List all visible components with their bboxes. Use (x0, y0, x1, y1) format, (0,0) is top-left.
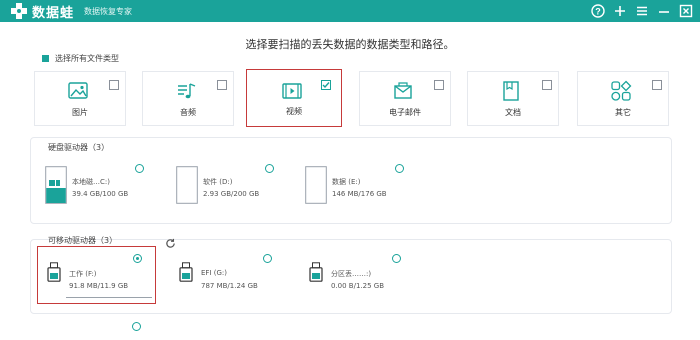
svg-text:?: ? (595, 7, 601, 17)
refresh-icon[interactable] (165, 234, 176, 253)
minimize-icon[interactable] (656, 3, 672, 19)
type-checkbox-checked[interactable] (321, 80, 331, 90)
drive-size: 0.00 B/1.25 GB (331, 282, 385, 290)
type-label: 文档 (505, 108, 521, 117)
drive-radio-g[interactable] (263, 254, 272, 263)
app-subtitle: 数据恢复专家 (84, 6, 133, 16)
select-all-check-icon (42, 55, 49, 62)
usb-drive-icon (309, 262, 323, 282)
type-card-video[interactable]: 视频 (246, 69, 342, 127)
drive-usage-bar (66, 297, 152, 298)
drive-name: 本地磁…C:) (72, 178, 110, 186)
drive-name: 软件 (D:) (203, 178, 233, 186)
drive-radio-d[interactable] (265, 164, 274, 173)
drive-size: 2.93 GB/200 GB (203, 190, 260, 198)
drive-radio-partition[interactable] (392, 254, 401, 263)
image-icon (67, 80, 89, 102)
drive-icon (305, 166, 327, 204)
type-card-other[interactable]: 其它 (577, 71, 669, 126)
type-label: 音频 (180, 108, 196, 117)
close-icon[interactable] (678, 3, 694, 19)
type-checkbox[interactable] (217, 80, 227, 90)
select-all-checkbox[interactable]: 选择所有文件类型 (42, 53, 119, 64)
type-card-email[interactable]: 电子邮件 (359, 71, 451, 126)
app-name: 数据蛙 (32, 5, 75, 21)
document-icon (500, 80, 522, 102)
frog-logo-icon (10, 2, 28, 20)
menu-icon[interactable] (634, 3, 650, 19)
drive-radio-c[interactable] (135, 164, 144, 173)
drive-name: EFI (G:) (201, 269, 227, 277)
app-logo: 数据蛙 数据恢复专家 (10, 2, 132, 21)
video-icon (281, 80, 303, 102)
removable-drive-title: 可移动驱动器（3） (48, 236, 118, 245)
type-checkbox[interactable] (652, 80, 662, 90)
type-label: 电子邮件 (389, 108, 421, 117)
usb-drive-icon (179, 262, 193, 282)
trash-icon (42, 333, 54, 340)
email-icon (392, 80, 414, 102)
type-label: 视频 (286, 107, 302, 116)
drive-size: 146 MB/176 GB (332, 190, 387, 198)
hard-drive-panel: 硬盘驱动器（3） 本地磁…C:) 39.4 GB/100 GB 软件 (D:) … (30, 137, 672, 224)
hard-drive-title: 硬盘驱动器（3） (48, 143, 110, 152)
add-icon[interactable] (612, 3, 628, 19)
drive-size: 39.4 GB/100 GB (72, 190, 129, 198)
title-bar: 数据蛙 数据恢复专家 ? (0, 0, 700, 22)
type-card-audio[interactable]: 音频 (142, 71, 234, 126)
type-label: 其它 (615, 108, 631, 117)
type-card-document[interactable]: 文档 (467, 71, 559, 126)
audio-icon (175, 80, 197, 102)
selected-drive-outline (37, 246, 156, 304)
type-checkbox[interactable] (434, 80, 444, 90)
drive-radio-extra[interactable] (132, 322, 141, 331)
type-checkbox[interactable] (109, 80, 119, 90)
help-icon[interactable]: ? (590, 3, 606, 19)
drive-name: 分区丢……:) (331, 270, 372, 278)
drive-name: 数据 (E:) (332, 178, 361, 186)
type-card-image[interactable]: 图片 (34, 71, 126, 126)
drive-item-partition[interactable]: 分区丢……:) 0.00 B/1.25 GB (309, 262, 419, 296)
drive-size: 787 MB/1.24 GB (201, 282, 258, 290)
system-drive-icon (45, 166, 67, 204)
drive-item-g[interactable]: EFI (G:) 787 MB/1.24 GB (179, 262, 289, 296)
select-all-label: 选择所有文件类型 (55, 54, 119, 63)
type-checkbox[interactable] (542, 80, 552, 90)
drive-radio-e[interactable] (395, 164, 404, 173)
page-heading: 选择要扫描的丢失数据的数据类型和路径。 (245, 38, 455, 51)
window-controls: ? (590, 0, 694, 22)
drive-icon (176, 166, 198, 204)
type-label: 图片 (72, 108, 88, 117)
other-icon (610, 80, 632, 102)
